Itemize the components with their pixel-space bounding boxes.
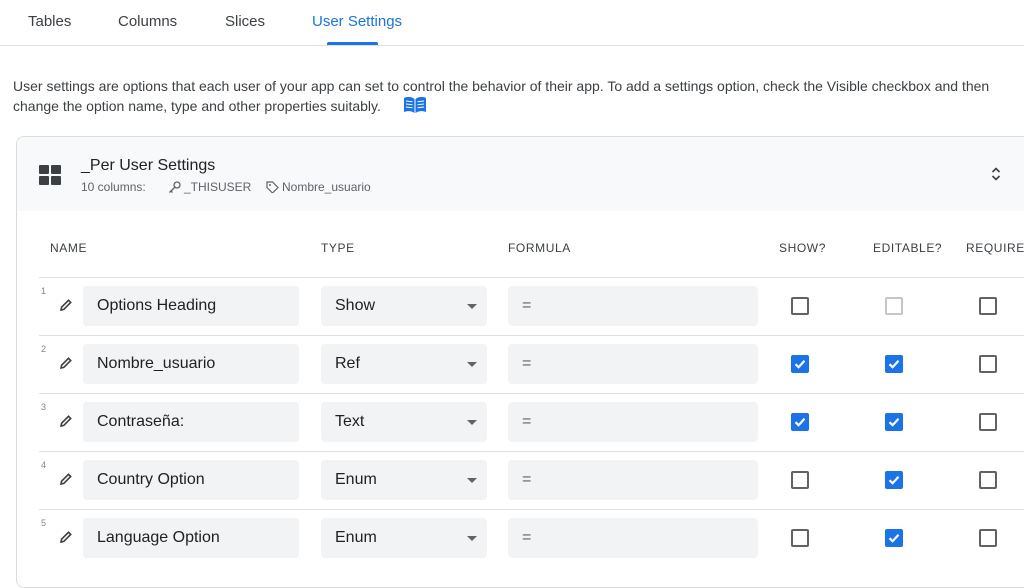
type-select[interactable]: Text bbox=[321, 402, 487, 442]
pencil-icon[interactable] bbox=[59, 356, 73, 370]
checkmark-icon bbox=[888, 418, 900, 427]
pencil-icon[interactable] bbox=[59, 298, 73, 312]
header-editable: EDITABLE? bbox=[873, 241, 943, 255]
name-field[interactable]: Options Heading bbox=[83, 286, 299, 326]
header-formula: FORMULA bbox=[508, 241, 571, 255]
label-column: Nombre_usuario bbox=[266, 180, 371, 194]
editable-checkbox[interactable] bbox=[885, 355, 903, 373]
table-row: 3 Contraseña: Text = bbox=[39, 393, 1024, 452]
card-header: _Per User Settings 10 columns: _THISUSER… bbox=[17, 137, 1024, 211]
key-column: _THISUSER bbox=[168, 180, 251, 194]
row-number: 5 bbox=[41, 518, 47, 528]
formula-field[interactable]: = bbox=[508, 518, 758, 558]
editable-checkbox[interactable] bbox=[885, 413, 903, 431]
header-type: TYPE bbox=[321, 241, 355, 255]
dropdown-caret-icon bbox=[467, 478, 477, 483]
name-field[interactable]: Language Option bbox=[83, 518, 299, 558]
formula-field[interactable]: = bbox=[508, 286, 758, 326]
type-select[interactable]: Ref bbox=[321, 344, 487, 384]
user-settings-description: User settings are options that each user… bbox=[13, 76, 1024, 116]
checkmark-icon bbox=[888, 476, 900, 485]
table-title: _Per User Settings bbox=[81, 157, 216, 174]
checkmark-icon bbox=[888, 360, 900, 369]
grid-icon bbox=[39, 165, 61, 185]
editable-checkbox bbox=[885, 297, 903, 315]
table-settings-card: _Per User Settings 10 columns: _THISUSER… bbox=[16, 136, 1024, 588]
formula-field[interactable]: = bbox=[508, 460, 758, 500]
type-value: Enum bbox=[335, 471, 377, 488]
table-row: 1 Options Heading Show = bbox=[39, 277, 1024, 336]
show-checkbox[interactable] bbox=[791, 529, 809, 547]
tab-tables[interactable]: Tables bbox=[28, 13, 71, 30]
type-value: Ref bbox=[335, 355, 360, 372]
name-field[interactable]: Nombre_usuario bbox=[83, 344, 299, 384]
type-value: Show bbox=[335, 297, 376, 314]
show-checkbox[interactable] bbox=[791, 471, 809, 489]
name-field[interactable]: Country Option bbox=[83, 460, 299, 500]
type-select[interactable]: Enum bbox=[321, 460, 487, 500]
header-show: SHOW? bbox=[779, 241, 827, 255]
checkmark-icon bbox=[888, 534, 900, 543]
type-select[interactable]: Show bbox=[321, 286, 487, 326]
required-checkbox[interactable] bbox=[979, 529, 997, 547]
type-value: Enum bbox=[335, 529, 377, 546]
show-checkbox[interactable] bbox=[791, 413, 809, 431]
row-number: 2 bbox=[41, 344, 47, 354]
required-checkbox[interactable] bbox=[979, 297, 997, 315]
row-number: 3 bbox=[41, 402, 47, 412]
show-checkbox[interactable] bbox=[791, 355, 809, 373]
editable-checkbox[interactable] bbox=[885, 529, 903, 547]
type-select[interactable]: Enum bbox=[321, 518, 487, 558]
tab-user-settings[interactable]: User Settings bbox=[312, 13, 402, 30]
header-required: REQUIRE bbox=[966, 241, 1024, 255]
table-row: 2 Nombre_usuario Ref = bbox=[39, 335, 1024, 394]
dropdown-caret-icon bbox=[467, 362, 477, 367]
tab-bar: Tables Columns Slices User Settings bbox=[0, 0, 1024, 46]
header-name: NAME bbox=[50, 241, 88, 255]
pencil-icon[interactable] bbox=[59, 530, 73, 544]
active-tab-indicator bbox=[327, 42, 378, 45]
key-icon bbox=[169, 181, 181, 193]
dropdown-caret-icon bbox=[467, 536, 477, 541]
name-field[interactable]: Contraseña: bbox=[83, 402, 299, 442]
formula-field[interactable]: = bbox=[508, 344, 758, 384]
tab-slices[interactable]: Slices bbox=[225, 13, 265, 30]
required-checkbox[interactable] bbox=[979, 471, 997, 489]
description-line-1: User settings are options that each user… bbox=[13, 78, 990, 94]
checkmark-icon bbox=[794, 418, 806, 427]
show-checkbox[interactable] bbox=[791, 297, 809, 315]
row-number: 1 bbox=[41, 286, 47, 296]
key-column-label: _THISUSER bbox=[184, 180, 252, 194]
pencil-icon[interactable] bbox=[59, 472, 73, 486]
checkmark-icon bbox=[794, 360, 806, 369]
editable-checkbox[interactable] bbox=[885, 471, 903, 489]
label-column-label: Nombre_usuario bbox=[282, 180, 371, 194]
pencil-icon[interactable] bbox=[59, 414, 73, 428]
book-open-icon[interactable] bbox=[403, 96, 427, 114]
formula-field[interactable]: = bbox=[508, 402, 758, 442]
required-checkbox[interactable] bbox=[979, 355, 997, 373]
table-row: 5 Language Option Enum = bbox=[39, 509, 1024, 568]
tag-icon bbox=[266, 181, 279, 193]
unfold-icon[interactable] bbox=[987, 165, 1005, 183]
dropdown-caret-icon bbox=[467, 304, 477, 309]
dropdown-caret-icon bbox=[467, 420, 477, 425]
required-checkbox[interactable] bbox=[979, 413, 997, 431]
table-row: 4 Country Option Enum = bbox=[39, 451, 1024, 510]
type-value: Text bbox=[335, 413, 365, 430]
description-line-2: change the option name, type and other p… bbox=[13, 98, 381, 114]
tab-columns[interactable]: Columns bbox=[118, 13, 177, 30]
row-number: 4 bbox=[41, 460, 47, 470]
column-count: 10 columns: bbox=[81, 180, 146, 194]
